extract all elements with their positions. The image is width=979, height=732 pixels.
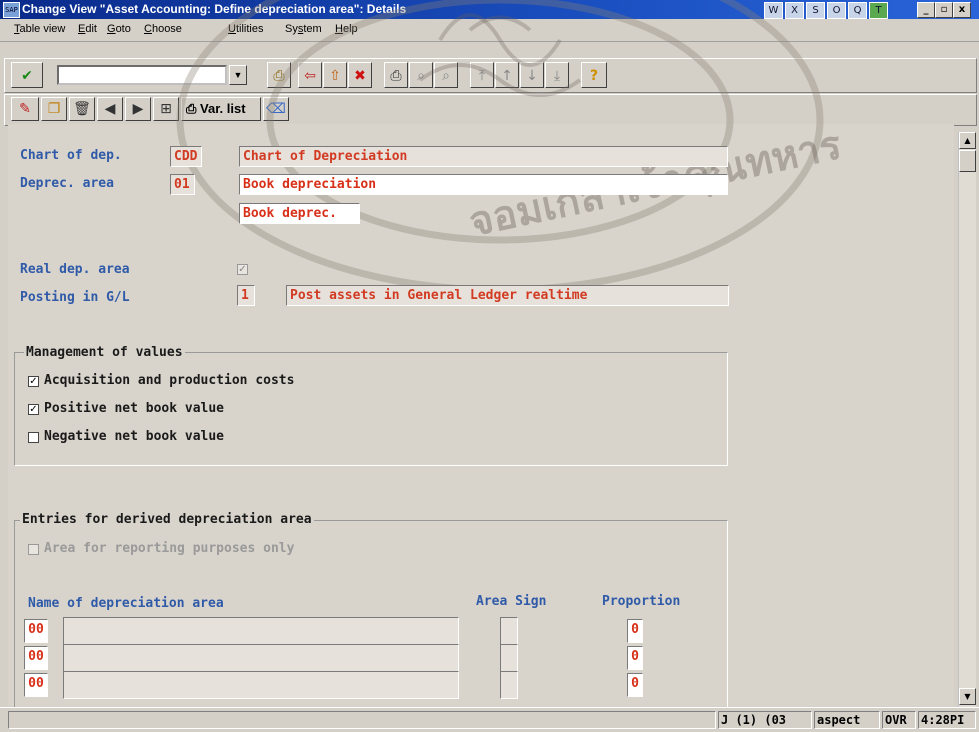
table-layout-icon[interactable]: ⊞ [153, 97, 179, 121]
acquisition-costs-checkbox[interactable]: ✓ [28, 376, 39, 387]
first-page-icon[interactable]: ⤒ [470, 62, 494, 88]
chart-of-dep-code-field[interactable]: CDD [170, 146, 202, 167]
posting-gl-code-field[interactable]: 1 [237, 285, 255, 306]
derived-row-proportion-field[interactable]: 0 [627, 619, 643, 643]
derived-row-name-field[interactable] [63, 617, 459, 645]
next-entry-icon[interactable]: ▶ [125, 97, 151, 121]
derived-row-sign-field[interactable] [500, 617, 518, 645]
derived-row-proportion-field[interactable]: 0 [627, 673, 643, 697]
status-message-area [8, 711, 716, 729]
derived-row-code-field[interactable]: 00 [24, 673, 48, 697]
col-proportion-header: Proportion [602, 594, 681, 609]
last-page-icon[interactable]: ⤓ [545, 62, 569, 88]
deprec-area-label: Deprec. area [20, 176, 114, 191]
derived-area-title: Entries for derived depreciation area [20, 512, 314, 527]
chart-of-dep-text: Chart of Depreciation [239, 146, 728, 167]
col-area-sign-header: Area Sign [476, 594, 547, 609]
application-toolbar: ✎ ❐ 🗑 ◀ ▶ ⊞ ⎙ Var. list ⌫ [4, 94, 977, 126]
scroll-up-arrow-icon[interactable]: ▲ [959, 132, 976, 149]
status-mode[interactable]: OVR [882, 711, 916, 729]
reporting-area-label: Area for reporting purposes only [44, 541, 295, 556]
menu-table-view[interactable]: Table view [14, 23, 65, 35]
derived-row-code-field[interactable]: 00 [24, 646, 48, 670]
menu-goto[interactable]: Goto [107, 23, 131, 35]
printer-icon: ⎙ [186, 101, 197, 116]
title-bar: SAP Change View "Asset Accounting: Defin… [0, 0, 979, 19]
real-dep-area-label: Real dep. area [20, 262, 130, 277]
derived-row-name-field[interactable] [63, 671, 459, 699]
find-next-icon[interactable]: ⌕ [434, 62, 458, 88]
status-host: aspect [814, 711, 880, 729]
restore-button[interactable]: ▫ [935, 2, 953, 18]
cancel-x-icon[interactable]: ✖ [348, 62, 372, 88]
previous-page-icon[interactable]: ↑ [495, 62, 519, 88]
deprec-area-description-field[interactable]: Book depreciation [239, 174, 728, 195]
vertical-scrollbar[interactable]: ▲ ▼ [958, 132, 976, 707]
variable-list-label: Var. list [200, 101, 246, 116]
print-icon[interactable]: ⎙ [384, 62, 408, 88]
close-button[interactable]: x [953, 2, 971, 18]
status-bar: J (1) (03 aspect OVR 4:28PI [0, 707, 979, 732]
grid-icon[interactable]: T [869, 2, 888, 19]
derived-row-name-field[interactable] [63, 644, 459, 672]
positive-nbv-label: Positive net book value [44, 401, 225, 416]
deprec-area-code-field[interactable]: 01 [170, 174, 195, 195]
back-arrow-icon[interactable]: ⇦ [298, 62, 322, 88]
command-field[interactable] [57, 65, 227, 85]
display-change-icon[interactable]: ✎ [11, 97, 39, 121]
search-icon[interactable]: Q [848, 2, 867, 19]
delete-trash-icon[interactable]: 🗑 [69, 97, 95, 121]
management-of-values-title: Management of values [24, 345, 185, 360]
derived-row-proportion-field[interactable]: 0 [627, 646, 643, 670]
posting-gl-label: Posting in G/L [20, 290, 130, 305]
previous-entry-icon[interactable]: ◀ [97, 97, 123, 121]
chart-of-dep-label: Chart of dep. [20, 148, 122, 163]
derived-row-sign-field[interactable] [500, 644, 518, 672]
menu-choose[interactable]: Choose [144, 23, 182, 35]
menu-system[interactable]: System [285, 23, 322, 35]
reporting-area-checkbox[interactable] [28, 544, 39, 555]
excel-icon[interactable]: X [785, 2, 804, 19]
menu-edit[interactable]: Edit [78, 23, 97, 35]
chat-icon[interactable]: O [827, 2, 846, 19]
copy-icon[interactable]: ❐ [41, 97, 67, 121]
standard-toolbar: ✔ ▼ ⎙ ⇦ ⇧ ✖ ⎙ ⌕ ⌕ ⤒ ↑ ↓ ⤓ ? [4, 58, 977, 93]
posting-gl-text: Post assets in General Ledger realtime [286, 285, 729, 306]
window-title: Change View "Asset Accounting: Define de… [22, 2, 407, 16]
col-name-header: Name of depreciation area [28, 596, 224, 611]
status-session: J (1) (03 [718, 711, 812, 729]
status-time: 4:28PI [918, 711, 976, 729]
screen-icon[interactable]: S [806, 2, 825, 19]
menu-bar: Table view Edit Goto Choose Utilities Sy… [0, 19, 979, 42]
minimize-button[interactable]: _ [917, 2, 935, 18]
save-icon[interactable]: ⎙ [267, 62, 291, 88]
menu-utilities[interactable]: Utilities [228, 23, 263, 35]
next-page-icon[interactable]: ↓ [520, 62, 544, 88]
exit-icon[interactable]: ⇧ [323, 62, 347, 88]
scroll-down-arrow-icon[interactable]: ▼ [959, 688, 976, 705]
deprec-area-short-text-field[interactable]: Book deprec. [239, 203, 360, 224]
real-dep-area-checkbox[interactable]: ✓ [237, 264, 248, 275]
menu-help[interactable]: Help [335, 23, 358, 35]
acquisition-costs-label: Acquisition and production costs [44, 373, 295, 388]
chevron-down-icon[interactable]: ▼ [229, 65, 247, 85]
help-icon[interactable]: ? [581, 62, 607, 88]
positive-nbv-checkbox[interactable]: ✓ [28, 404, 39, 415]
eraser-icon[interactable]: ⌫ [263, 97, 289, 121]
derived-row-code-field[interactable]: 00 [24, 619, 48, 643]
word-icon[interactable]: W [764, 2, 783, 19]
negative-nbv-checkbox[interactable] [28, 432, 39, 443]
negative-nbv-label: Negative net book value [44, 429, 225, 444]
scroll-thumb[interactable] [959, 150, 976, 172]
enter-checkmark-icon[interactable]: ✔ [11, 62, 43, 88]
derived-row-sign-field[interactable] [500, 671, 518, 699]
find-icon[interactable]: ⌕ [409, 62, 433, 88]
sap-app-icon[interactable]: SAP [3, 2, 20, 18]
variable-list-button[interactable]: ⎙ Var. list [181, 97, 261, 121]
